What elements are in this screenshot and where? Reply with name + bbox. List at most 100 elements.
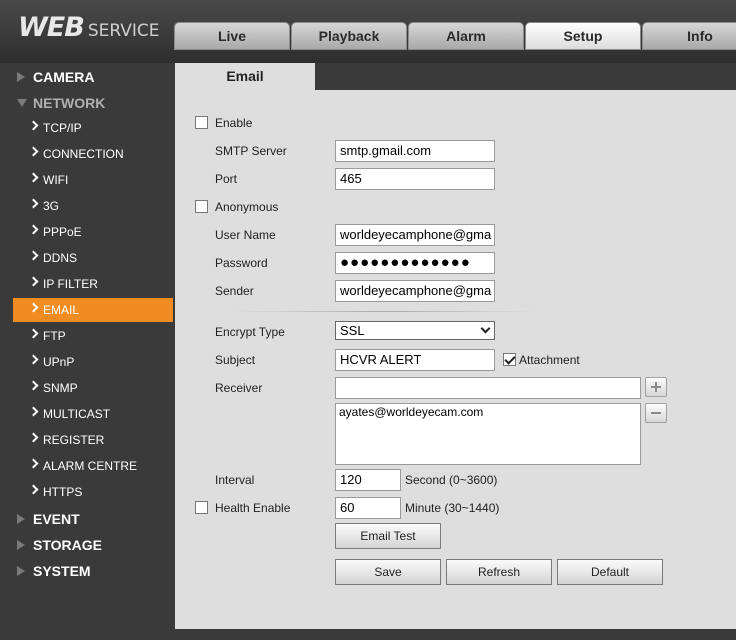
- receiver-list-item[interactable]: ayates@worldeyecam.com: [339, 405, 637, 419]
- sidebar-item-wifi[interactable]: WIFI: [13, 168, 173, 192]
- sidebar-item-label: EMAIL: [43, 303, 80, 317]
- interval-label: Interval: [215, 473, 255, 487]
- sidebar-item-label: IP FILTER: [43, 277, 98, 291]
- logo: WEB SERVICE: [18, 12, 159, 43]
- email-test-button[interactable]: Email Test: [335, 523, 441, 549]
- chevron-right-icon: [28, 432, 39, 443]
- chevron-right-icon: [28, 484, 39, 495]
- sidebar-item-label: REGISTER: [43, 433, 105, 447]
- enable-checkbox[interactable]: [195, 116, 208, 129]
- sidebar-item-label: TCP/IP: [43, 121, 82, 135]
- sidebar-item-3g[interactable]: 3G: [13, 194, 173, 218]
- receiver-input[interactable]: [335, 377, 641, 399]
- port-input[interactable]: 465: [335, 168, 495, 190]
- tab-alarm[interactable]: Alarm: [408, 22, 524, 50]
- enable-label: Enable: [215, 116, 253, 130]
- chevron-right-icon: [28, 406, 39, 417]
- sidebar-item-ip-filter[interactable]: IP FILTER: [13, 272, 173, 296]
- interval-input[interactable]: 120: [335, 469, 401, 491]
- chevron-right-icon: [28, 146, 39, 157]
- sidebar-category-system[interactable]: SYSTEM: [2, 558, 174, 584]
- sidebar-category-label: STORAGE: [33, 537, 102, 553]
- subtab-bar: Email: [175, 63, 736, 90]
- sidebar-item-connection[interactable]: CONNECTION: [13, 142, 173, 166]
- chevron-right-icon: [28, 380, 39, 391]
- password-input[interactable]: ●●●●●●●●●●●●●: [335, 252, 495, 274]
- chevron-right-icon: [28, 302, 39, 313]
- sidebar-item-label: WIFI: [43, 173, 69, 187]
- username-input[interactable]: worldeyecamphone@gma: [335, 224, 495, 246]
- sidebar-item-label: CONNECTION: [43, 147, 124, 161]
- sidebar-item-label: 3G: [43, 199, 60, 213]
- sidebar-item-label: DDNS: [43, 251, 78, 265]
- logo-sub: SERVICE: [87, 21, 160, 41]
- sidebar-item-label: PPPoE: [43, 225, 82, 239]
- remove-receiver-button[interactable]: [645, 403, 667, 423]
- smtp-server-label: SMTP Server: [215, 144, 287, 158]
- receiver-list[interactable]: ayates@worldeyecam.com: [335, 403, 641, 465]
- sidebar-item-label: HTTPS: [43, 485, 83, 499]
- health-enable-checkbox[interactable]: [195, 501, 208, 514]
- email-settings-panel: Email Enable SMTP Server smtp.gmail.com …: [175, 63, 736, 629]
- chevron-right-icon: [28, 250, 39, 261]
- page-title: Email: [175, 63, 315, 90]
- health-interval-unit: Minute (30~1440): [405, 501, 500, 515]
- sidebar-item-register[interactable]: REGISTER: [13, 428, 173, 452]
- sidebar-item-email[interactable]: EMAIL: [13, 298, 173, 322]
- collapsed-triangle-icon: [17, 72, 25, 82]
- username-label: User Name: [215, 228, 276, 242]
- chevron-right-icon: [28, 276, 39, 287]
- expanded-triangle-icon: [17, 99, 27, 107]
- attachment-checkbox[interactable]: [503, 353, 516, 366]
- sidebar-item-tcpip[interactable]: TCP/IP: [13, 116, 173, 140]
- sidebar-item-label: SNMP: [43, 381, 78, 395]
- interval-unit: Second (0~3600): [405, 473, 498, 487]
- tab-setup[interactable]: Setup: [525, 22, 641, 50]
- sidebar-category-label: NETWORK: [33, 95, 106, 111]
- chevron-right-icon: [28, 224, 39, 235]
- sidebar-item-upnp[interactable]: UPnP: [13, 350, 173, 374]
- default-button[interactable]: Default: [557, 559, 663, 585]
- sidebar-category-label: SYSTEM: [33, 563, 91, 579]
- sidebar-item-https[interactable]: HTTPS: [13, 480, 173, 504]
- chevron-right-icon: [28, 354, 39, 365]
- tab-info[interactable]: Info: [642, 22, 736, 50]
- sidebar-category-event[interactable]: EVENT: [2, 506, 174, 532]
- sidebar-item-pppoe[interactable]: PPPoE: [13, 220, 173, 244]
- sidebar-item-ftp[interactable]: FTP: [13, 324, 173, 348]
- sidebar-item-label: ALARM CENTRE: [43, 459, 138, 473]
- encrypt-type-value: SSL: [340, 323, 365, 338]
- anonymous-checkbox[interactable]: [195, 200, 208, 213]
- sidebar-item-snmp[interactable]: SNMP: [13, 376, 173, 400]
- collapsed-triangle-icon: [17, 540, 25, 550]
- subject-input[interactable]: HCVR ALERT: [335, 349, 495, 371]
- chevron-down-icon: [480, 323, 491, 334]
- sidebar-category-network[interactable]: NETWORK: [2, 90, 174, 116]
- sidebar-category-camera[interactable]: CAMERA: [2, 64, 174, 90]
- sidebar-item-alarm-centre[interactable]: ALARM CENTRE: [13, 454, 173, 478]
- sidebar-category-storage[interactable]: STORAGE: [2, 532, 174, 558]
- add-receiver-button[interactable]: [645, 377, 667, 397]
- port-label: Port: [215, 172, 238, 186]
- sidebar-item-multicast[interactable]: MULTICAST: [13, 402, 173, 426]
- encrypt-type-select[interactable]: SSL: [335, 321, 495, 340]
- tab-playback[interactable]: Playback: [291, 22, 407, 50]
- sidebar-category-label: EVENT: [33, 511, 80, 527]
- save-button[interactable]: Save: [335, 559, 441, 585]
- sender-label: Sender: [215, 284, 254, 298]
- top-header: WEB SERVICE Live Playback Alarm Setup Inf…: [0, 0, 736, 63]
- chevron-right-icon: [28, 198, 39, 209]
- collapsed-triangle-icon: [17, 566, 25, 576]
- password-label: Password: [215, 256, 268, 270]
- sender-input[interactable]: worldeyecamphone@gma: [335, 280, 495, 302]
- sidebar: CAMERA NETWORK TCP/IP CONNECTION WIFI 3G…: [2, 63, 174, 640]
- chevron-right-icon: [28, 172, 39, 183]
- sidebar-item-label: FTP: [43, 329, 66, 343]
- sidebar-item-ddns[interactable]: DDNS: [13, 246, 173, 270]
- health-interval-input[interactable]: 60: [335, 497, 401, 519]
- refresh-button[interactable]: Refresh: [446, 559, 552, 585]
- collapsed-triangle-icon: [17, 514, 25, 524]
- tab-live[interactable]: Live: [174, 22, 290, 50]
- smtp-server-input[interactable]: smtp.gmail.com: [335, 140, 495, 162]
- attachment-label: Attachment: [519, 353, 580, 367]
